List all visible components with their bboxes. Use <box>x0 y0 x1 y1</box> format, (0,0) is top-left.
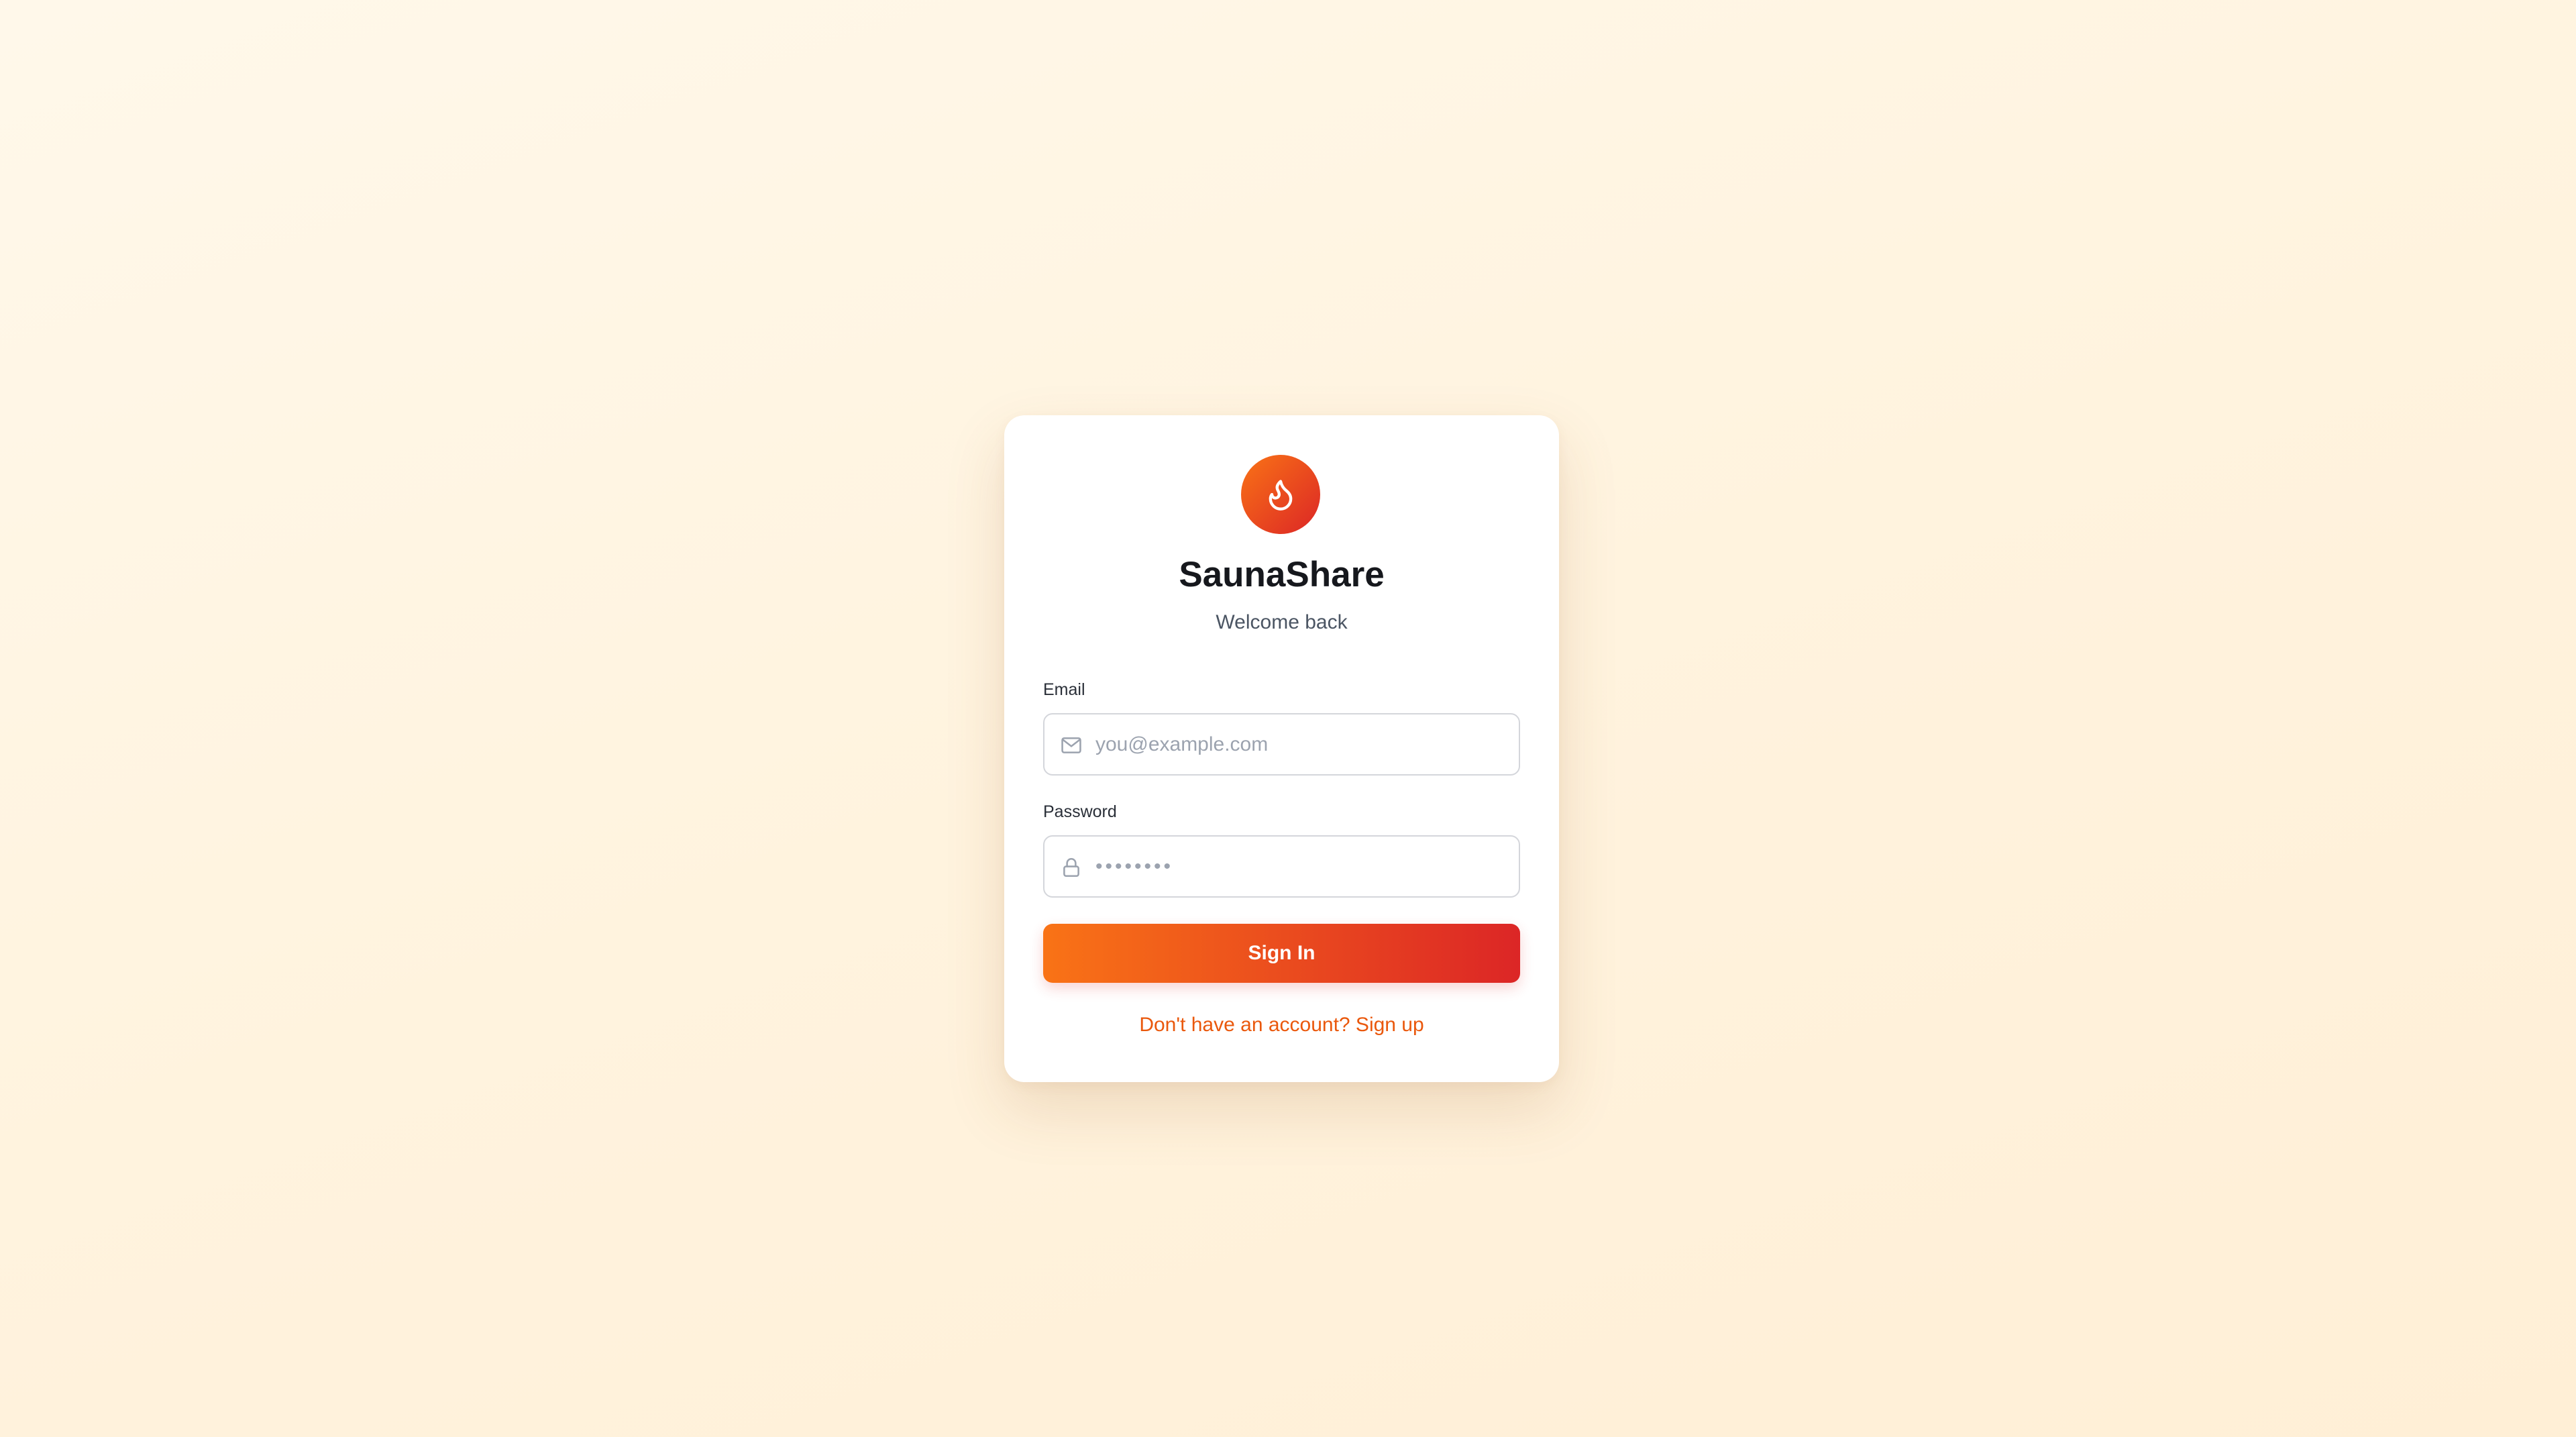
email-field-wrapper <box>1043 713 1520 776</box>
password-input[interactable] <box>1095 837 1505 896</box>
sign-in-button[interactable]: Sign In <box>1043 924 1520 983</box>
welcome-subtitle: Welcome back <box>1216 611 1348 633</box>
app-title: SaunaShare <box>1179 555 1385 594</box>
flame-icon <box>1269 480 1293 511</box>
lock-icon <box>1059 855 1083 880</box>
login-card: SaunaShare Welcome back Email Password S… <box>1004 415 1559 1082</box>
mail-icon <box>1059 733 1083 757</box>
logo <box>1241 455 1320 534</box>
email-label: Email <box>1043 680 1085 699</box>
password-label: Password <box>1043 802 1117 821</box>
password-field-wrapper <box>1043 835 1520 898</box>
sign-up-link[interactable]: Don't have an account? Sign up <box>1004 1012 1559 1039</box>
email-input[interactable] <box>1095 714 1505 774</box>
